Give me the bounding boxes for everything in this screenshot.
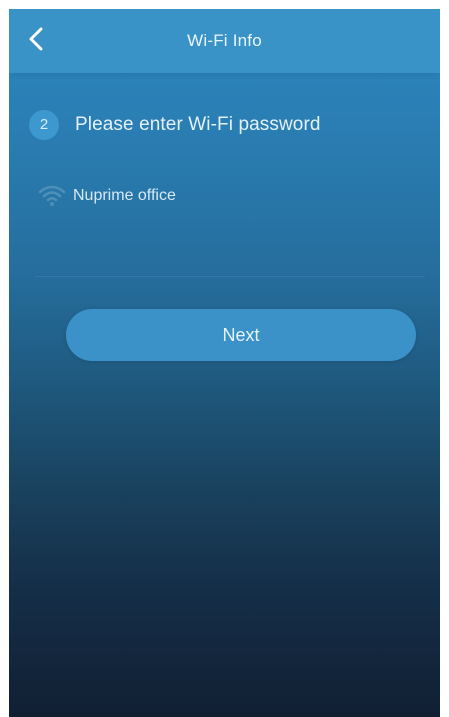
password-divider bbox=[35, 276, 425, 277]
header-bar: Wi-Fi Info bbox=[9, 9, 440, 73]
wifi-ssid: Nuprime office bbox=[73, 187, 176, 204]
next-button[interactable]: Next bbox=[66, 309, 416, 361]
chevron-left-icon bbox=[29, 27, 43, 51]
back-button[interactable] bbox=[19, 21, 55, 57]
page-title: Wi-Fi Info bbox=[187, 31, 262, 50]
password-row bbox=[35, 241, 429, 277]
step-header: 2 Please enter Wi-Fi password bbox=[29, 107, 321, 143]
step-number-badge: 2 bbox=[29, 110, 59, 140]
step-instruction: Please enter Wi-Fi password bbox=[75, 114, 321, 135]
app-screen: Wi-Fi Info 2 Please enter Wi-Fi password… bbox=[9, 9, 440, 717]
wifi-ssid-row: Nuprime office bbox=[35, 179, 425, 213]
wifi-icon bbox=[38, 185, 66, 206]
password-input[interactable] bbox=[35, 241, 429, 277]
